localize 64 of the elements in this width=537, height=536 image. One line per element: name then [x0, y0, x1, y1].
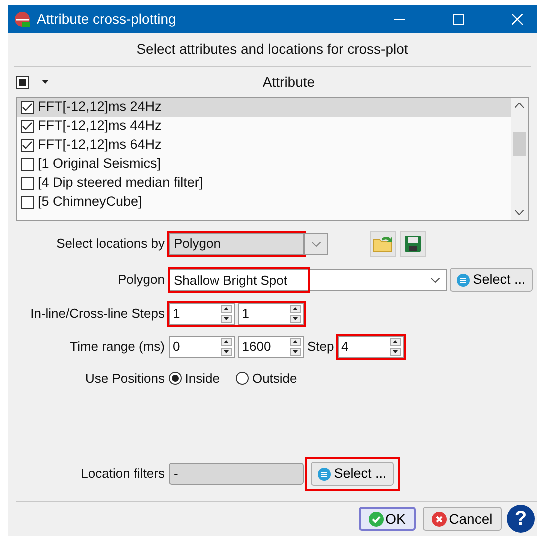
- attribute-row[interactable]: FFT[-12,12]ms 24Hz: [17, 98, 511, 117]
- spin-up-icon[interactable]: [290, 305, 302, 313]
- cancel-icon: [432, 512, 448, 526]
- checkbox[interactable]: [21, 196, 34, 209]
- spin-box[interactable]: 1600: [238, 336, 304, 358]
- spin-up-icon[interactable]: [221, 338, 232, 346]
- checkbox[interactable]: [21, 120, 34, 133]
- field-label: Polygon: [117, 271, 165, 290]
- attribute-row[interactable]: FFT[-12,12]ms 44Hz: [17, 117, 511, 136]
- spin-up-icon[interactable]: [290, 338, 302, 346]
- caret-icon[interactable]: [42, 80, 49, 84]
- spin-up-icon[interactable]: [390, 338, 400, 346]
- window-title: Attribute cross-plotting: [37, 10, 178, 29]
- field-label: Time range (ms): [69, 338, 165, 356]
- dialog-subtitle: Select attributes and locations for cross-plot: [136, 40, 408, 59]
- spin-box[interactable]: 4: [338, 336, 404, 358]
- folder-icon: [373, 235, 394, 253]
- scroll-thumb[interactable]: [513, 132, 526, 156]
- attribute-row[interactable]: FFT[-12,12]ms 64Hz: [17, 136, 511, 155]
- field-label: Location filters: [80, 465, 165, 484]
- radio-option[interactable]: Inside: [169, 369, 220, 388]
- select-button[interactable]: Select ...: [450, 268, 533, 292]
- attribute-row[interactable]: [5 ChimneyCube]: [17, 193, 511, 212]
- spin-down-icon[interactable]: [290, 348, 302, 356]
- help-button[interactable]: ?: [507, 505, 535, 533]
- dropdown-field[interactable]: Shallow Bright Spot: [169, 269, 447, 291]
- list-icon: [457, 274, 470, 286]
- radio-option[interactable]: Outside: [236, 369, 298, 388]
- spin-up-icon[interactable]: [221, 305, 232, 313]
- dropdown-caret-icon: [312, 242, 320, 246]
- select-all-checkbox[interactable]: [16, 76, 29, 88]
- spin-box[interactable]: 1: [169, 303, 235, 325]
- field-label: Step: [308, 338, 334, 356]
- spin-down-icon[interactable]: [221, 315, 232, 323]
- spin-box[interactable]: 0: [169, 336, 235, 358]
- checkbox[interactable]: [21, 139, 34, 152]
- attribute-row[interactable]: [4 Dip steered median filter]: [17, 174, 511, 193]
- save-button[interactable]: [400, 231, 426, 257]
- minimize-icon: [394, 18, 404, 20]
- checkbox[interactable]: [21, 101, 34, 114]
- select-button[interactable]: Select ...: [311, 462, 394, 486]
- dropdown-field[interactable]: Polygon: [169, 233, 304, 255]
- close-icon: [512, 14, 522, 24]
- app-icon: [14, 10, 31, 28]
- attribute-row[interactable]: [1 Original Seismics]: [17, 155, 511, 174]
- scrollbar[interactable]: [511, 98, 528, 220]
- column-header: Attribute: [262, 72, 316, 92]
- maximize-icon: [452, 14, 464, 24]
- scroll-down-icon[interactable]: [515, 210, 524, 215]
- field-label: Use Positions: [84, 370, 165, 388]
- spin-down-icon[interactable]: [221, 348, 232, 356]
- ok-button[interactable]: OK: [358, 507, 416, 531]
- spin-down-icon[interactable]: [390, 348, 400, 356]
- dropdown-caret-icon: [431, 278, 440, 282]
- checkbox[interactable]: [21, 177, 34, 190]
- cancel-button[interactable]: Cancel: [423, 507, 502, 531]
- checkbox[interactable]: [21, 158, 34, 171]
- spin-box[interactable]: 1: [238, 303, 304, 325]
- check-icon: [368, 512, 384, 526]
- scroll-up-icon[interactable]: [515, 103, 524, 108]
- list-icon: [318, 468, 332, 480]
- field-label: In-line/Cross-line Steps: [30, 305, 165, 324]
- field-label: Select locations by: [56, 235, 165, 254]
- spin-down-icon[interactable]: [290, 315, 302, 323]
